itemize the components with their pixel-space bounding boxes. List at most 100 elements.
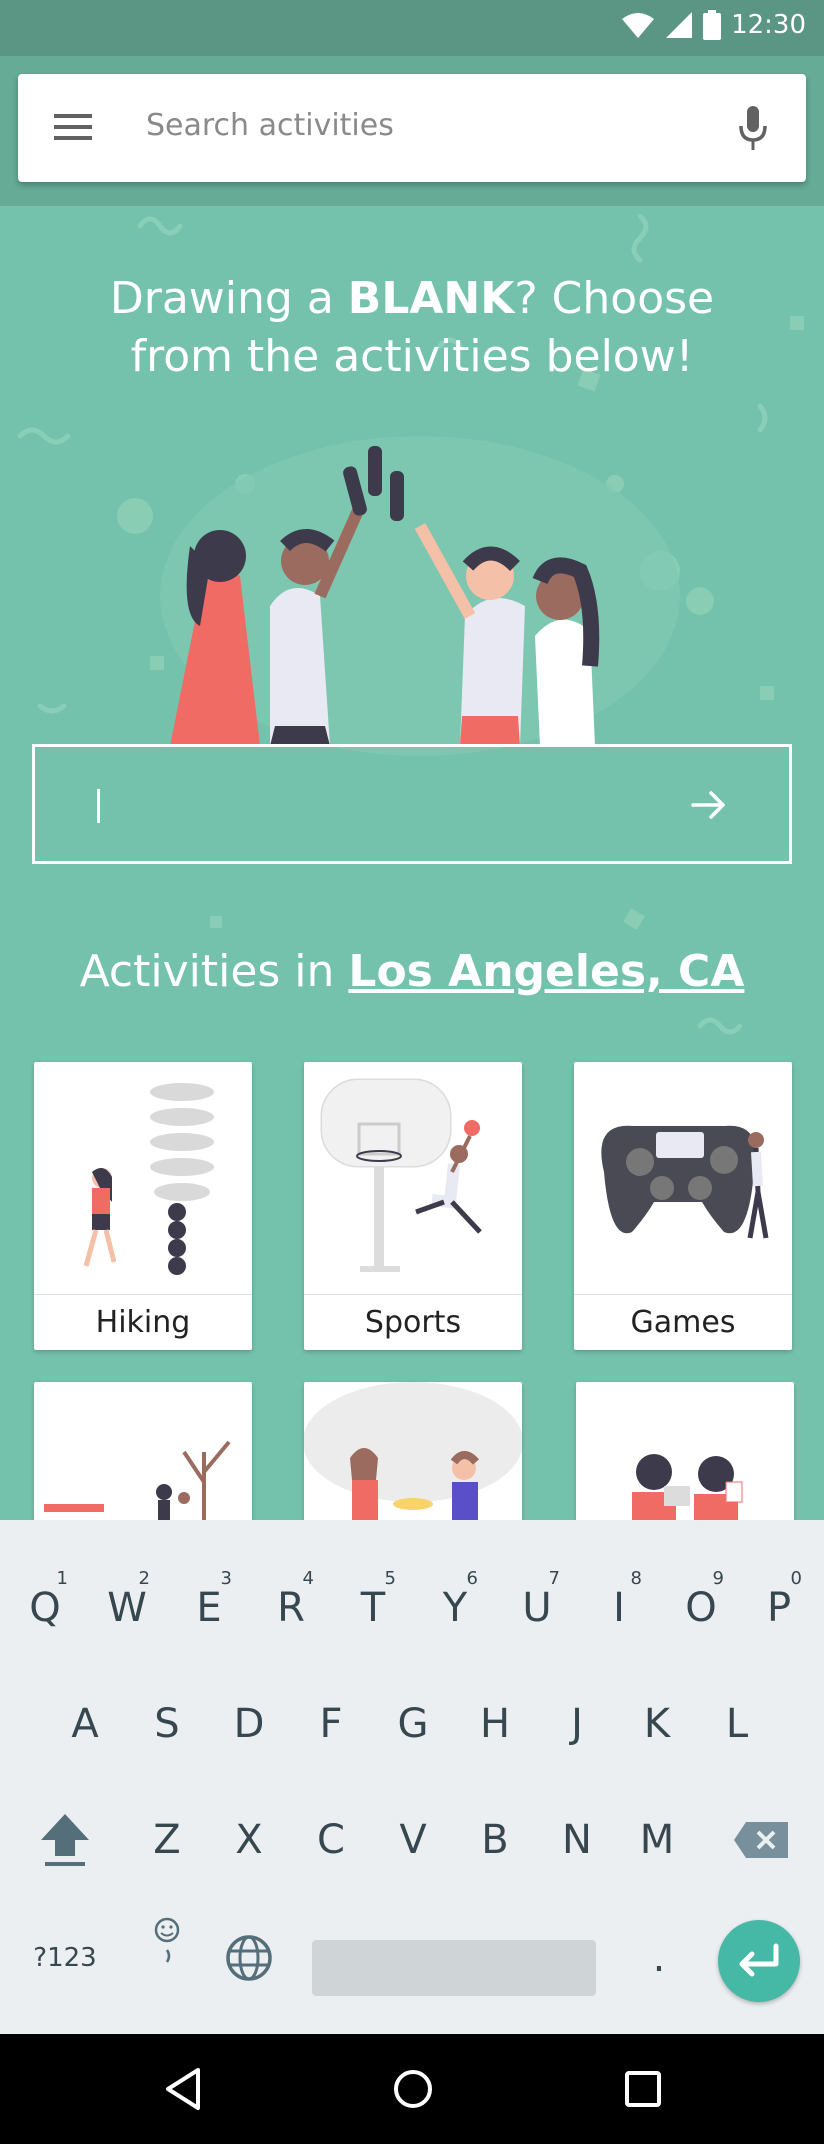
status-bar: 12:30: [0, 0, 824, 56]
key-hint: 6: [466, 1568, 478, 1589]
category-card-outdoors[interactable]: [34, 1382, 252, 1520]
shift-icon: [41, 1814, 89, 1866]
category-card-food[interactable]: [304, 1382, 522, 1520]
key-label: W: [107, 1585, 147, 1631]
emoji-icon: [154, 1917, 180, 1963]
key-hint: 8: [630, 1568, 642, 1589]
keyboard-row-3: Z X C V B N M: [0, 1792, 824, 1888]
friends-toasting-illustration: [170, 446, 600, 746]
key-a[interactable]: A: [44, 1676, 126, 1772]
headline: Drawing a BLANK? Choose from the activit…: [0, 270, 824, 386]
key-h[interactable]: H: [454, 1676, 536, 1772]
wifi-icon: [622, 13, 655, 38]
period-key[interactable]: .: [618, 1910, 700, 2006]
key-o[interactable]: O9: [660, 1560, 742, 1656]
hiking-illustration: [83, 1083, 214, 1275]
recents-icon[interactable]: [618, 2064, 668, 2114]
search-input[interactable]: Search activities: [146, 108, 394, 143]
key-b[interactable]: B: [454, 1792, 536, 1888]
emoji-key[interactable]: [126, 1892, 208, 1988]
enter-icon: [739, 1943, 779, 1977]
arrow-right-icon[interactable]: [689, 785, 729, 825]
key-x[interactable]: X: [208, 1792, 290, 1888]
menu-icon[interactable]: [54, 112, 94, 142]
backspace-icon: [734, 1822, 788, 1858]
key-hint: 3: [220, 1568, 232, 1589]
keyboard-row-1: Q1 W2 E3 R4 T5 Y6 U7 I8 O9 P0: [0, 1560, 824, 1656]
key-label: Q: [29, 1585, 61, 1631]
location-prefix: Activities in: [79, 946, 349, 997]
category-card-hiking[interactable]: Hiking: [34, 1062, 252, 1350]
key-hint: 1: [56, 1568, 68, 1589]
headline-text-2: ? Choose: [514, 273, 715, 324]
battery-icon: [703, 10, 722, 40]
key-hint: 5: [384, 1568, 396, 1589]
location-link[interactable]: Los Angeles, CA: [348, 946, 744, 997]
main-content: Drawing a BLANK? Choose from the activit…: [0, 206, 824, 1520]
park-illustration: [44, 1440, 231, 1520]
symbols-key[interactable]: ?123: [24, 1910, 106, 2006]
key-k[interactable]: K: [616, 1676, 698, 1772]
key-s[interactable]: S: [126, 1676, 208, 1772]
key-i[interactable]: I8: [578, 1560, 660, 1656]
home-icon[interactable]: [388, 2064, 438, 2114]
key-c[interactable]: C: [290, 1792, 372, 1888]
key-hint: 9: [712, 1568, 724, 1589]
key-hint: 0: [790, 1568, 802, 1589]
key-g[interactable]: G: [372, 1676, 454, 1772]
category-label: Sports: [304, 1294, 522, 1350]
key-q[interactable]: Q1: [4, 1560, 86, 1656]
key-l[interactable]: L: [696, 1676, 778, 1772]
key-label: O: [685, 1585, 717, 1631]
key-r[interactable]: R4: [250, 1560, 332, 1656]
key-hint: 7: [548, 1568, 560, 1589]
key-v[interactable]: V: [372, 1792, 454, 1888]
search-bar[interactable]: Search activities: [18, 74, 806, 182]
on-screen-keyboard: Q1 W2 E3 R4 T5 Y6 U7 I8 O9 P0 A S D F G …: [0, 1520, 824, 2034]
key-label: E: [196, 1585, 222, 1631]
back-icon[interactable]: [160, 2064, 210, 2114]
system-nav-bar: [0, 2034, 824, 2144]
headline-text: Drawing a: [109, 273, 348, 324]
language-key[interactable]: [208, 1910, 290, 2006]
game-controller-illustration: [601, 1125, 769, 1239]
location-heading: Activities in Los Angeles, CA: [0, 946, 824, 997]
activity-input[interactable]: [32, 744, 792, 864]
category-label: Games: [574, 1294, 792, 1350]
key-z[interactable]: Z: [126, 1792, 208, 1888]
key-j[interactable]: J: [536, 1676, 618, 1772]
key-n[interactable]: N: [536, 1792, 618, 1888]
category-card-games[interactable]: Games: [574, 1062, 792, 1350]
dining-illustration: [304, 1382, 522, 1520]
enter-key[interactable]: [718, 1920, 800, 2002]
key-e[interactable]: E3: [168, 1560, 250, 1656]
headline-line-2: from the activities below!: [130, 331, 694, 382]
key-label: P: [766, 1585, 792, 1631]
basketball-illustration: [320, 1078, 482, 1272]
key-t[interactable]: T5: [332, 1560, 414, 1656]
key-p[interactable]: P0: [738, 1560, 820, 1656]
mic-icon[interactable]: [736, 104, 770, 152]
key-d[interactable]: D: [208, 1676, 290, 1772]
headline-emphasis: BLANK: [347, 273, 515, 324]
category-card-movies[interactable]: [576, 1382, 794, 1520]
category-card-sports[interactable]: Sports: [304, 1062, 522, 1350]
key-label: U: [522, 1585, 552, 1631]
globe-icon: [226, 1935, 272, 1981]
backspace-key[interactable]: [720, 1792, 802, 1888]
keyboard-row-2: A S D F G H J K L: [0, 1676, 824, 1772]
key-f[interactable]: F: [290, 1676, 372, 1772]
key-hint: 2: [138, 1568, 150, 1589]
space-key[interactable]: [312, 1940, 596, 1996]
category-label: Hiking: [34, 1294, 252, 1350]
key-u[interactable]: U7: [496, 1560, 578, 1656]
movie-night-illustration: [632, 1454, 743, 1520]
key-label: T: [360, 1585, 386, 1631]
key-m[interactable]: M: [616, 1792, 698, 1888]
key-hint: 4: [302, 1568, 314, 1589]
text-caret: [97, 789, 100, 823]
key-y[interactable]: Y6: [414, 1560, 496, 1656]
shift-key[interactable]: [24, 1792, 106, 1888]
key-label: R: [277, 1585, 305, 1631]
key-w[interactable]: W2: [86, 1560, 168, 1656]
